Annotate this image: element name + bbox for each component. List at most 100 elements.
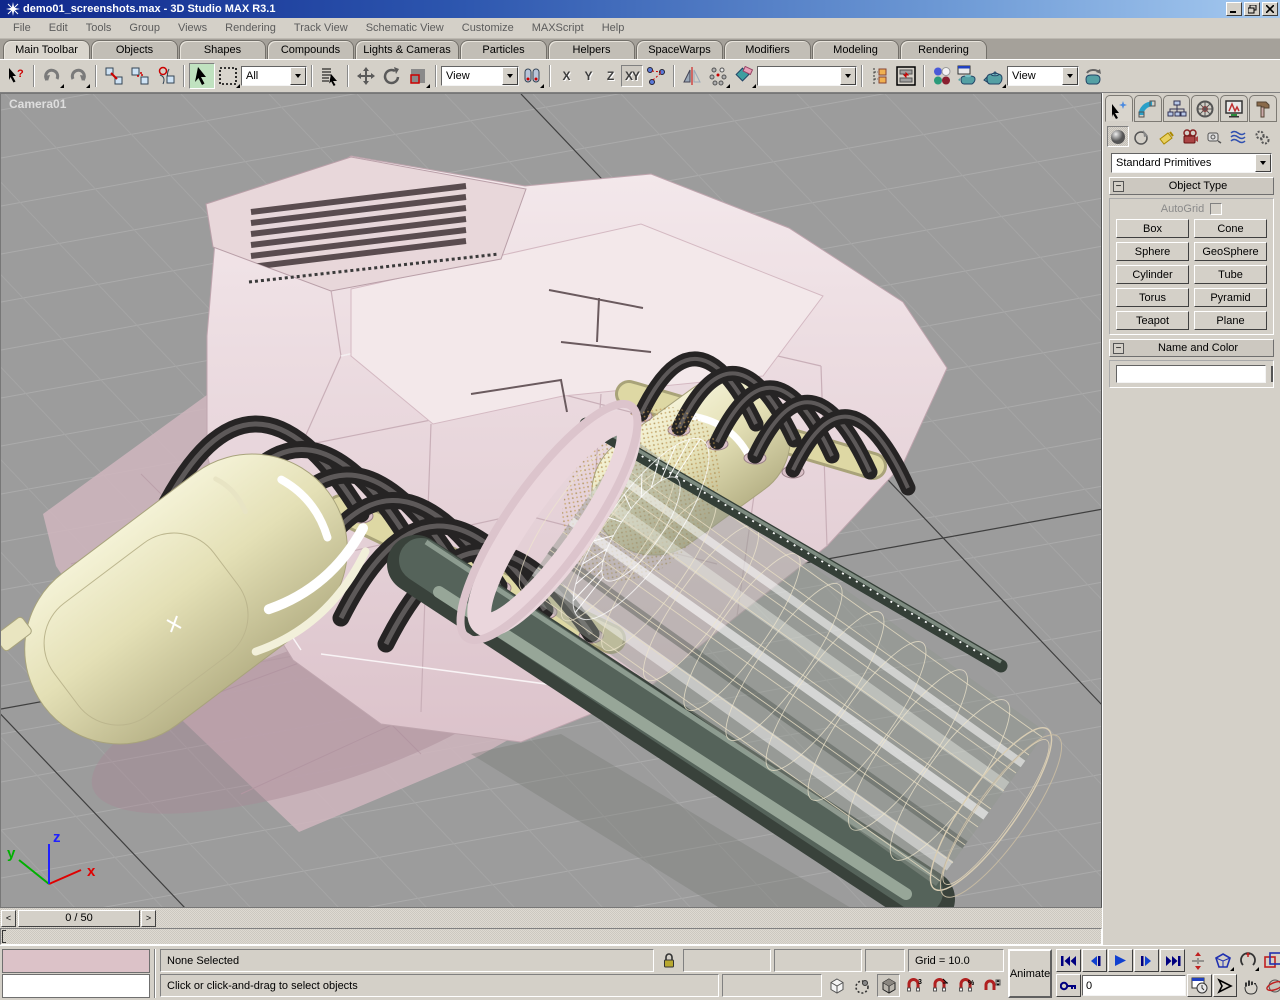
category-lights[interactable] (1155, 126, 1177, 147)
previous-frame-button[interactable] (1082, 949, 1107, 972)
align-button[interactable] (731, 63, 757, 89)
autogrid-checkbox[interactable] (1210, 203, 1222, 215)
time-slider-track[interactable]: < 0 / 50 > (0, 908, 1102, 928)
time-slider-next-button[interactable]: > (141, 910, 156, 927)
name-color-rollout-header[interactable]: − Name and Color (1109, 339, 1274, 357)
spinner-snap-button[interactable] (981, 974, 1004, 997)
time-slider-thumb[interactable]: 0 / 50 (18, 910, 140, 927)
geosphere-button[interactable]: GeoSphere (1194, 242, 1267, 261)
material-editor-button[interactable] (929, 63, 955, 89)
arc-rotate-button[interactable] (1263, 974, 1280, 997)
camera-viewport[interactable]: Camera01 (0, 93, 1102, 908)
animate-button[interactable]: Animate (1008, 949, 1052, 998)
category-helpers[interactable] (1203, 126, 1225, 147)
restrict-xy-plane-button[interactable]: XY (621, 65, 643, 87)
select-and-link-button[interactable] (101, 63, 127, 89)
cone-button[interactable]: Cone (1194, 219, 1267, 238)
macro-recorder-pane[interactable] (2, 949, 150, 973)
listener-pane[interactable] (2, 974, 150, 998)
render-last-button[interactable] (1079, 63, 1105, 89)
track-bar[interactable] (0, 928, 1102, 945)
tab-rendering[interactable]: Rendering (900, 40, 987, 59)
tab-shapes[interactable]: Shapes (179, 40, 266, 59)
percent-snap-button[interactable]: % (955, 974, 978, 997)
select-and-move-button[interactable] (353, 63, 379, 89)
category-cameras[interactable] (1179, 126, 1201, 147)
coord-system-select[interactable]: View (441, 66, 519, 86)
tab-helpers[interactable]: Helpers (548, 40, 635, 59)
ik-toggle-button[interactable] (643, 63, 669, 89)
truck-camera-button[interactable] (1238, 974, 1262, 997)
category-geometry[interactable] (1107, 126, 1129, 147)
selection-filter-arrow-icon[interactable] (290, 67, 306, 85)
quick-render-button[interactable] (981, 63, 1007, 89)
select-and-scale-button[interactable] (405, 63, 431, 89)
primitives-dropdown[interactable]: Standard Primitives (1111, 153, 1272, 173)
snap-toggle-3d-button[interactable]: 3 (903, 974, 926, 997)
tab-hierarchy[interactable] (1163, 95, 1191, 122)
torus-button[interactable]: Torus (1116, 288, 1189, 307)
named-selection-sets-select[interactable] (757, 66, 857, 86)
bind-to-space-warp-button[interactable] (153, 63, 179, 89)
plane-button[interactable]: Plane (1194, 311, 1267, 330)
tab-create[interactable] (1105, 95, 1133, 122)
menu-group[interactable]: Group (120, 22, 169, 34)
tab-modifiers[interactable]: Modifiers (724, 40, 811, 59)
redo-button[interactable] (65, 63, 91, 89)
sphere-button[interactable]: Sphere (1116, 242, 1189, 261)
unlink-selection-button[interactable] (127, 63, 153, 89)
mirror-button[interactable] (679, 63, 705, 89)
tab-particles[interactable]: Particles (460, 40, 547, 59)
render-type-select[interactable]: View (1007, 66, 1079, 86)
open-track-view-button[interactable] (867, 63, 893, 89)
viewport-label[interactable]: Camera01 (9, 97, 66, 111)
menu-views[interactable]: Views (169, 22, 216, 34)
tab-lights-cameras[interactable]: Lights & Cameras (355, 40, 459, 59)
teapot-button[interactable]: Teapot (1116, 311, 1189, 330)
tab-utilities[interactable] (1249, 95, 1277, 122)
category-space-warps[interactable] (1227, 126, 1249, 147)
minimize-button[interactable] (1226, 2, 1242, 16)
selection-filter-select[interactable]: All (241, 66, 307, 86)
named-selection-sets-arrow-icon[interactable] (840, 67, 856, 85)
close-button[interactable] (1262, 2, 1278, 16)
go-to-end-button[interactable] (1160, 949, 1185, 972)
key-mode-toggle-button[interactable] (1056, 974, 1081, 997)
current-frame-field[interactable] (1082, 975, 1186, 996)
render-type-arrow-icon[interactable] (1062, 67, 1078, 85)
snap-dot-button[interactable] (851, 974, 874, 997)
object-name-field[interactable] (1116, 365, 1266, 383)
tab-main-toolbar[interactable]: Main Toolbar (3, 40, 90, 59)
tube-button[interactable]: Tube (1194, 265, 1267, 284)
tab-display[interactable] (1220, 95, 1248, 122)
pan-viewport-button[interactable] (1213, 974, 1237, 997)
field-of-view-button[interactable] (1236, 949, 1260, 972)
tab-modify[interactable] (1134, 95, 1162, 122)
time-slider-prev-button[interactable]: < (1, 910, 16, 927)
angle-snap-button[interactable] (929, 974, 952, 997)
menu-file[interactable]: File (4, 22, 40, 34)
region-zoom-button[interactable] (1261, 949, 1280, 972)
use-pivot-point-button[interactable] (519, 63, 545, 89)
category-shapes[interactable] (1131, 126, 1153, 147)
restrict-z-button[interactable]: Z (599, 65, 621, 87)
restrict-y-button[interactable]: Y (577, 65, 599, 87)
tab-motion[interactable] (1191, 95, 1219, 122)
menu-tools[interactable]: Tools (77, 22, 121, 34)
object-color-swatch[interactable] (1271, 366, 1273, 382)
zoom-extents-all-button[interactable] (1211, 949, 1235, 972)
dolly-camera-button[interactable] (1186, 949, 1210, 972)
category-systems[interactable] (1251, 126, 1273, 147)
menu-help[interactable]: Help (593, 22, 634, 34)
restore-button[interactable] (1244, 2, 1260, 16)
degradation-override-button[interactable] (825, 974, 848, 997)
collapse-icon[interactable]: − (1113, 181, 1124, 192)
render-scene-button[interactable] (955, 63, 981, 89)
collapse-icon[interactable]: − (1113, 343, 1124, 354)
select-and-rotate-button[interactable] (379, 63, 405, 89)
tab-modeling[interactable]: Modeling (812, 40, 899, 59)
primitives-dropdown-arrow-icon[interactable] (1255, 154, 1271, 172)
time-configuration-button[interactable] (1187, 974, 1212, 997)
tab-spacewarps[interactable]: SpaceWarps (636, 40, 723, 59)
menu-track-view[interactable]: Track View (285, 22, 357, 34)
